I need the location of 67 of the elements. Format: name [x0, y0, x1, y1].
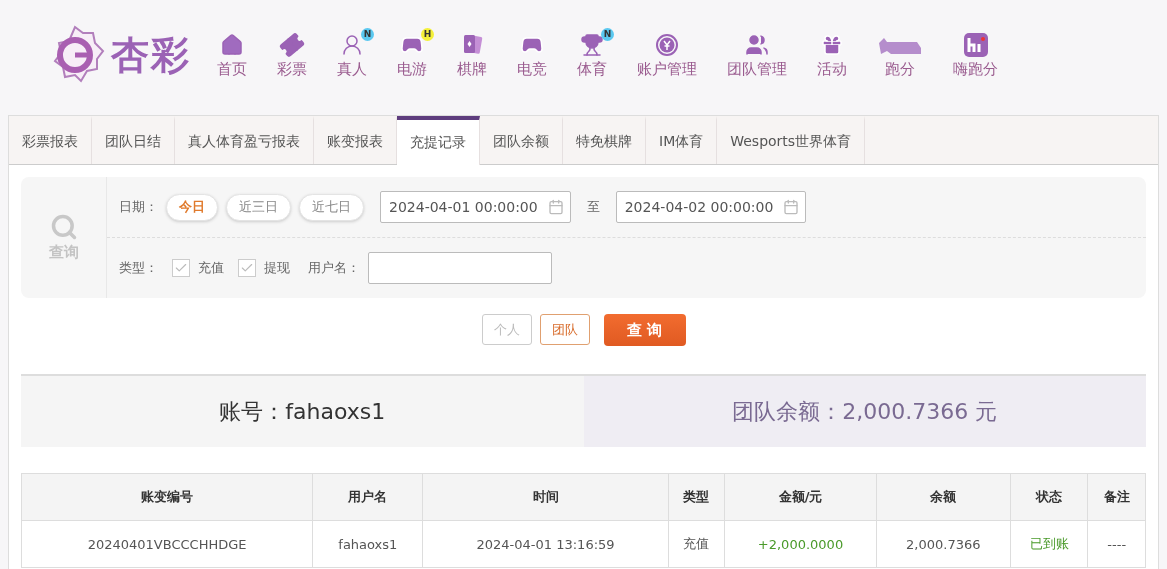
- scope-button[interactable]: 团队: [539, 314, 590, 345]
- date-label: 日期：: [119, 198, 158, 216]
- logo-text: 杏彩: [111, 31, 191, 79]
- report-tab[interactable]: 团队余额: [480, 116, 563, 164]
- check-icon: [240, 261, 254, 275]
- nav-item[interactable]: 首页: [209, 31, 255, 79]
- table-cell: fahaoxs1: [312, 520, 423, 568]
- nav-item[interactable]: 活动: [809, 31, 855, 79]
- table-cell: 已到账: [1010, 520, 1088, 568]
- report-tab[interactable]: 真人体育盈亏报表: [175, 116, 314, 164]
- nav-item[interactable]: 跑分: [869, 31, 931, 79]
- column-header: 类型: [668, 473, 725, 521]
- nav-item[interactable]: 嗨跑分: [945, 31, 1006, 79]
- start-date-field[interactable]: 2024-04-01 00:00:00: [380, 191, 571, 223]
- column-header: 用户名: [312, 473, 423, 521]
- column-header: 状态: [1010, 473, 1088, 521]
- to-label: 至: [586, 198, 600, 216]
- nav-item[interactable]: 电竞: [509, 31, 555, 79]
- trophy-icon: [580, 32, 604, 57]
- account-text: 账号：fahaoxs1: [219, 397, 386, 426]
- column-header: 时间: [422, 473, 669, 521]
- type-label: 类型：: [119, 259, 158, 277]
- column-header: 备注: [1087, 473, 1146, 521]
- username-field[interactable]: [368, 252, 552, 284]
- table-cell: 20240401VBCCCHHDGE: [21, 520, 313, 568]
- nav-item[interactable]: 彩票: [269, 31, 315, 79]
- report-tab[interactable]: 彩票报表: [9, 116, 92, 164]
- column-header: 账变编号: [21, 473, 313, 521]
- check-icon: [174, 261, 188, 275]
- column-header: 余额: [876, 473, 1011, 521]
- nav-badge: N: [361, 27, 374, 41]
- nav-item[interactable]: 团队管理: [719, 31, 795, 79]
- type-checkbox[interactable]: [172, 259, 190, 277]
- report-tab[interactable]: 团队日结: [92, 116, 175, 164]
- hi-icon: [962, 31, 989, 58]
- type-option-label: 提现: [264, 259, 290, 277]
- table-cell: +2,000.0000: [724, 520, 877, 568]
- gift-icon: [820, 32, 844, 57]
- nav-badge: N: [601, 27, 614, 41]
- end-date-field[interactable]: 2024-04-02 00:00:00: [615, 191, 807, 223]
- search-icon: [49, 213, 78, 241]
- report-tab[interactable]: IM体育: [646, 116, 718, 164]
- type-option-label: 充值: [198, 259, 224, 277]
- table-cell: ----: [1087, 520, 1146, 568]
- nav-badge: H: [421, 27, 434, 41]
- home-icon: [220, 32, 244, 57]
- date-preset[interactable]: 今日: [166, 193, 218, 221]
- report-tab[interactable]: 充提记录: [397, 116, 480, 165]
- column-header: 金额/元: [724, 473, 877, 521]
- nav-item[interactable]: 棋牌: [449, 31, 495, 79]
- table-cell: 充值: [668, 520, 725, 568]
- calendar-icon[interactable]: [547, 199, 564, 215]
- users-icon: [745, 32, 769, 57]
- person-icon: [340, 32, 364, 57]
- report-tab[interactable]: Wesports世界体育: [717, 116, 866, 164]
- calendar-icon[interactable]: [783, 199, 800, 215]
- username-label: 用户名：: [308, 259, 360, 277]
- table-cell: 2024-04-01 13:16:59: [422, 520, 669, 568]
- table-cell: 2,000.7366: [876, 520, 1011, 568]
- nav-item[interactable]: 账户管理: [629, 31, 705, 79]
- yen-icon: [655, 32, 679, 57]
- type-checkbox[interactable]: [238, 259, 256, 277]
- team-balance-text: 团队余额：2,000.7366 元: [732, 397, 998, 426]
- date-preset[interactable]: 近七日: [299, 193, 364, 221]
- date-preset[interactable]: 近三日: [226, 193, 291, 221]
- search-button[interactable]: 查 询: [603, 314, 686, 346]
- report-tab[interactable]: 特免棋牌: [563, 116, 646, 164]
